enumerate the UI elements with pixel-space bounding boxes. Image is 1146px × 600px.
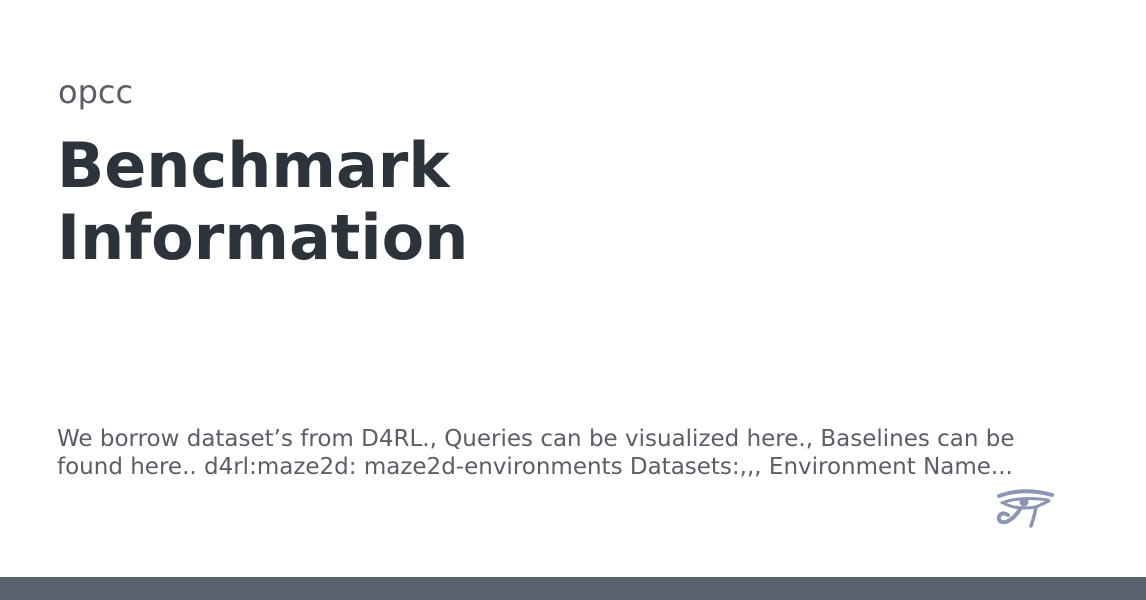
page-title: Benchmark Information (57, 129, 469, 274)
project-name: opcc (58, 73, 134, 111)
social-card: opcc Benchmark Information We borrow dat… (0, 0, 1146, 600)
page-description: We borrow dataset’s from D4RL., Queries … (57, 426, 1015, 480)
eye-of-horus-icon (996, 489, 1054, 528)
footer-bar (0, 577, 1146, 600)
pupil-shape (1019, 497, 1029, 507)
